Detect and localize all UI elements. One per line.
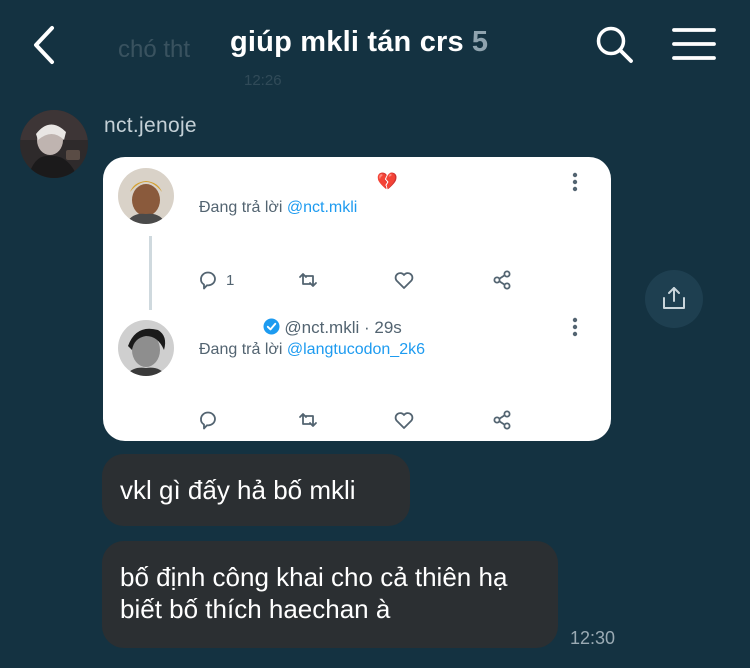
reply-prefix: Đang trả lời <box>199 341 283 358</box>
more-options-icon[interactable] <box>572 317 578 337</box>
reply-prefix: Đang trả lời <box>199 199 283 216</box>
back-button[interactable] <box>28 22 64 68</box>
like-icon[interactable] <box>393 409 415 431</box>
sender-avatar[interactable] <box>20 110 88 178</box>
tweet-author-avatar[interactable] <box>118 320 174 376</box>
verified-badge-icon <box>263 318 280 335</box>
member-count: 5 <box>471 26 489 58</box>
chat-header: chó tht 12:26 giúp mkli tán crs 5 <box>0 0 750 92</box>
tweet-text: ừ, anh cũng ước thế <box>199 371 354 390</box>
tweet-author-avatar[interactable] <box>118 168 174 224</box>
search-button[interactable] <box>594 24 636 66</box>
tweet-reply-context: Đang trả lời @langtucodon_2k6 <box>199 341 425 359</box>
share-icon[interactable] <box>491 409 513 431</box>
search-icon <box>596 26 633 63</box>
retweet-icon[interactable] <box>297 269 319 291</box>
reply-icon[interactable] <box>197 269 219 291</box>
message-timestamp: 12:30 <box>570 628 616 648</box>
message-bubble[interactable]: bố định công khai cho cả thiên hạ biết b… <box>102 541 558 648</box>
message-bubble[interactable]: vkl gì đấy hả bố mkli <box>102 454 410 526</box>
tweet-author-photo <box>118 168 174 224</box>
tweet-text: ước j anh mkli feat với lhc làm nhạc tìn… <box>199 229 502 248</box>
retweet-icon[interactable] <box>297 409 319 431</box>
chevron-left-icon <box>34 26 54 64</box>
reply-mention[interactable]: @langtucodon_2k6 <box>287 341 425 358</box>
tweet-author-name: nghễnh <box>199 318 261 337</box>
tweet-author-photo <box>118 320 174 376</box>
reply-mention[interactable]: @nct.mkli <box>287 199 357 216</box>
hamburger-menu-icon <box>672 28 716 60</box>
thread-line <box>149 236 152 310</box>
reply-count: 1 <box>226 272 235 289</box>
forward-button[interactable] <box>645 270 703 328</box>
more-options-icon[interactable] <box>572 172 578 192</box>
like-icon[interactable] <box>393 269 415 291</box>
tweet-author-handle: @nct.mkli · 29s <box>284 318 402 337</box>
chat-title[interactable]: giúp mkli tán crs 5 <box>230 26 488 59</box>
tweet-reply-context: Đang trả lời @nct.mkli <box>199 199 357 217</box>
share-icon[interactable] <box>491 269 513 291</box>
tweet-author-name-row[interactable]: nghễnh @nct.mkli · 29s <box>199 318 402 338</box>
sender-username[interactable]: nct.jenoje <box>104 114 197 138</box>
tweet-author-name[interactable]: e chính là một sad gìl 💔 ... <box>199 172 417 192</box>
sender-photo <box>20 110 88 178</box>
upload-share-icon <box>663 287 685 309</box>
menu-button[interactable] <box>672 26 716 62</box>
faded-previous-time: 12:26 <box>244 72 282 89</box>
reply-icon[interactable] <box>197 409 219 431</box>
chat-title-text: giúp mkli tán crs <box>230 26 464 58</box>
faded-previous-message: chó tht <box>118 36 191 63</box>
